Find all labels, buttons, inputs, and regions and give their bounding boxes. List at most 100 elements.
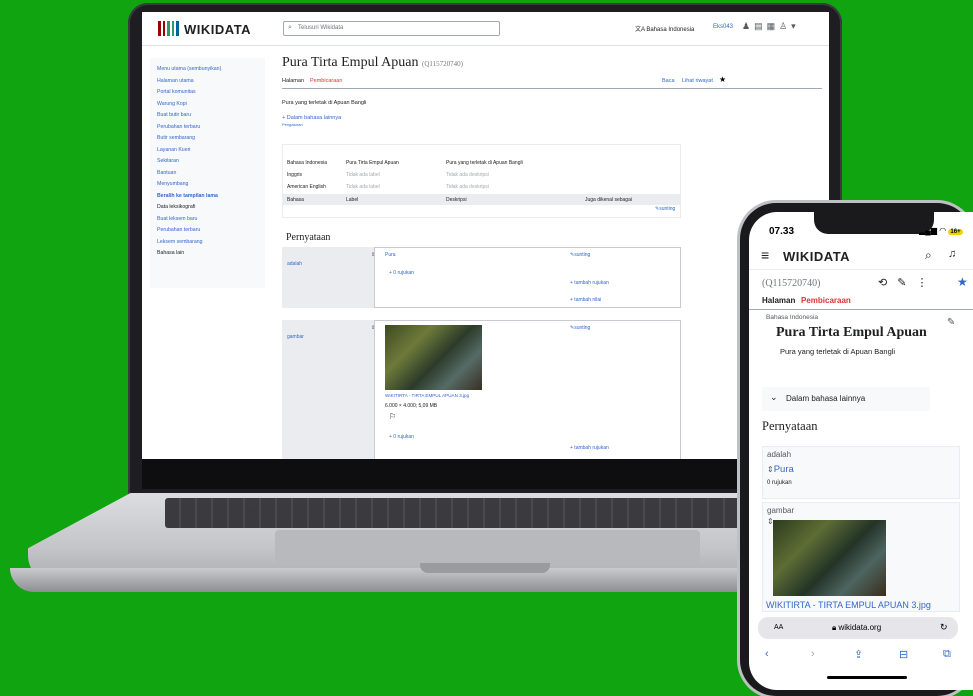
value-link[interactable]: Pura xyxy=(385,252,396,258)
table-row: American English Tidak ada label Tidak a… xyxy=(287,181,677,192)
tabs-icon[interactable]: ⧉ xyxy=(943,648,951,661)
bookmarks-icon[interactable]: ⊟ xyxy=(899,648,908,661)
cell-lang: American English xyxy=(287,184,326,190)
other-languages-toggle[interactable]: + Dalam bahasa lainnya xyxy=(282,115,822,121)
references-toggle[interactable]: + 0 rujukan xyxy=(389,270,414,276)
sidebar-item[interactable]: Bantuan xyxy=(157,168,265,180)
sidebar-item[interactable]: Portal komunitas xyxy=(157,87,265,99)
laptop-keyboard xyxy=(165,498,785,528)
more-icon[interactable]: ⋮ xyxy=(916,277,937,289)
sidebar-item[interactable]: Butir sembarang xyxy=(157,133,265,145)
bell-icon[interactable]: ♫ xyxy=(948,248,956,260)
watch-star-icon[interactable]: ★ xyxy=(957,275,968,289)
forward-icon[interactable]: › xyxy=(811,648,815,660)
tab-talk[interactable]: Pembicaraan xyxy=(310,78,342,84)
property-link[interactable]: adalah xyxy=(287,261,302,267)
sidebar-item[interactable]: Perubahan terbaru xyxy=(157,122,265,134)
user-tools[interactable]: ♟▤▦♙▾ xyxy=(742,21,800,32)
cell-label: Tidak ada label xyxy=(346,172,380,178)
other-languages-toggle[interactable]: ⌄ Dalam bahasa lainnya xyxy=(762,387,930,411)
table-header: Bahasa Label Deskripsi Juga dikenal seba… xyxy=(283,194,680,205)
image-thumbnail[interactable] xyxy=(385,325,482,390)
browser-address-bar[interactable]: AA 🔒︎ wikidata.org ↻ xyxy=(758,617,958,639)
search-icon[interactable]: ⌕ xyxy=(925,248,932,263)
share-icon[interactable]: ⇪ xyxy=(854,648,863,661)
references-count[interactable]: 0 rujukan xyxy=(767,480,792,486)
browser-toolbar: ‹ › ⇪ ⊟ ⧉ xyxy=(749,642,973,668)
statement-group-adalah: adalah ⇕ Pura ✎sunting + 0 rujukan + tam… xyxy=(282,247,681,308)
sidebar-item[interactable]: Menu utama (sembunyikan) xyxy=(157,64,265,76)
edit-pencil-icon[interactable]: ✎ xyxy=(897,277,916,289)
statement-adalah: adalah ⇕Pura 0 rujukan xyxy=(762,446,960,499)
sidebar-item[interactable]: Leksem sembarang xyxy=(157,237,265,249)
value-link[interactable]: ⇕Pura xyxy=(767,464,794,475)
image-filename-link[interactable]: WIKITIRTA - TIRTA EMPUL APUAN 3.jpg xyxy=(385,393,469,398)
add-reference-link[interactable]: + tambah rujukan xyxy=(570,280,609,286)
sidebar-item[interactable]: Halaman utama xyxy=(157,76,265,88)
url-text: 🔒︎ wikidata.org xyxy=(832,623,881,633)
statement-value-box: ⇕ ✎sunting WIKITIRTA - TIRTA EMPUL APUAN… xyxy=(371,320,681,459)
references-toggle[interactable]: + 0 rujukan xyxy=(389,434,414,440)
sidebar-heading: Data leksikografi xyxy=(157,204,196,210)
wikidata-logo-text[interactable]: WIKIDATA xyxy=(184,22,251,37)
text-size-button[interactable]: AA xyxy=(774,624,783,631)
property-link[interactable]: gambar xyxy=(287,334,304,340)
sidebar-item[interactable]: Sekitaran xyxy=(157,156,265,168)
back-icon[interactable]: ‹ xyxy=(765,648,769,660)
phone-screen: 07.33 ▂▄▆ ◠ 16+ ≡ WIKIDATA ⌕ ♫ (Q1157207… xyxy=(749,212,973,690)
hamburger-menu-icon[interactable]: ≡ xyxy=(761,247,769,263)
reload-icon[interactable]: ↻ xyxy=(940,622,948,633)
wikidata-logo-text[interactable]: WIKIDATA xyxy=(783,249,850,264)
image-thumbnail[interactable] xyxy=(773,520,886,596)
edit-statement-link[interactable]: ✎sunting xyxy=(570,252,590,258)
add-reference-link[interactable]: + tambah rujukan xyxy=(570,445,609,451)
sidebar: Menu utama (sembunyikan) Halaman utama P… xyxy=(150,58,265,288)
sidebar-item[interactable]: Layanan Kueri xyxy=(157,145,265,157)
sidebar-item[interactable]: Beralih ke tampilan lama xyxy=(157,191,265,203)
sidebar-item[interactable]: Warung Kopi xyxy=(157,99,265,111)
table-row: Inggris Tidak ada label Tidak ada deskri… xyxy=(287,169,677,180)
image-filename-link[interactable]: WIKITIRTA - TIRTA EMPUL APUAN 3.jpg xyxy=(766,600,931,610)
sidebar-item[interactable]: Buat butir baru xyxy=(157,110,265,122)
wikidata-logo-icon[interactable] xyxy=(158,21,179,36)
table-row: Bahasa Indonesia Pura Tirta Empul Apuan … xyxy=(287,157,677,168)
tab-page[interactable]: Halaman xyxy=(282,78,304,84)
cell-desc: Tidak ada deskripsi xyxy=(446,184,489,190)
property-name[interactable]: adalah xyxy=(767,450,791,459)
add-value-link[interactable]: + tambah nilai xyxy=(570,297,601,303)
property-name[interactable]: gambar xyxy=(767,506,794,515)
sandbox-icon[interactable]: ▦ xyxy=(767,21,780,31)
mobile-header: ≡ WIKIDATA ⌕ ♫ xyxy=(749,244,973,270)
rank-icon[interactable]: ⇕ xyxy=(371,325,375,331)
tab-history[interactable]: Lihat riwayat xyxy=(682,78,713,84)
signal-icon: ▂▄▆ xyxy=(919,226,940,235)
sidebar-item[interactable]: Menyumbang xyxy=(157,179,265,191)
cell-label: Tidak ada label xyxy=(346,184,380,190)
laptop-trackpad xyxy=(275,530,700,566)
watchlist-icon[interactable]: ▤ xyxy=(754,21,767,31)
chevron-down-icon: ⌄ xyxy=(770,392,778,402)
item-description: Pura yang terletak di Apuan Bangli xyxy=(780,347,896,356)
user-menu-icon[interactable]: ♙▾ xyxy=(779,21,800,31)
sidebar-item[interactable]: Buat leksem baru xyxy=(157,214,265,226)
tab-talk[interactable]: Pembicaraan xyxy=(801,296,851,305)
rank-icon[interactable]: ⇕ xyxy=(371,252,375,258)
tab-page[interactable]: Halaman xyxy=(762,296,795,305)
item-description: Pura yang terletak di Apuan Bangli xyxy=(282,100,367,106)
edit-terms-link[interactable]: ✎sunting xyxy=(655,206,675,212)
history-icon[interactable]: ⟲ xyxy=(878,277,897,289)
username-link[interactable]: Eks043 xyxy=(713,24,733,30)
search-input[interactable]: ⌕ Telusuri Wikidata xyxy=(283,21,500,36)
language-label: Bahasa Indonesia xyxy=(646,27,695,33)
watch-star-icon[interactable]: ★ xyxy=(719,75,726,84)
edit-label-pencil-icon[interactable]: ✎ xyxy=(947,317,955,328)
header-alias: Juga dikenal sebagai xyxy=(585,197,632,203)
status-time: 07.33 xyxy=(769,226,795,237)
settings-link[interactable]: Pengaturan xyxy=(282,122,822,127)
sidebar-item[interactable]: Perubahan terbaru xyxy=(157,225,265,237)
tab-read[interactable]: Baca xyxy=(662,78,675,84)
cell-lang: Bahasa Indonesia xyxy=(287,160,328,166)
notifications-icon[interactable]: ♟ xyxy=(742,21,754,31)
language-selector[interactable]: 文A Bahasa Indonesia xyxy=(635,24,694,33)
edit-statement-link[interactable]: ✎sunting xyxy=(570,325,590,331)
